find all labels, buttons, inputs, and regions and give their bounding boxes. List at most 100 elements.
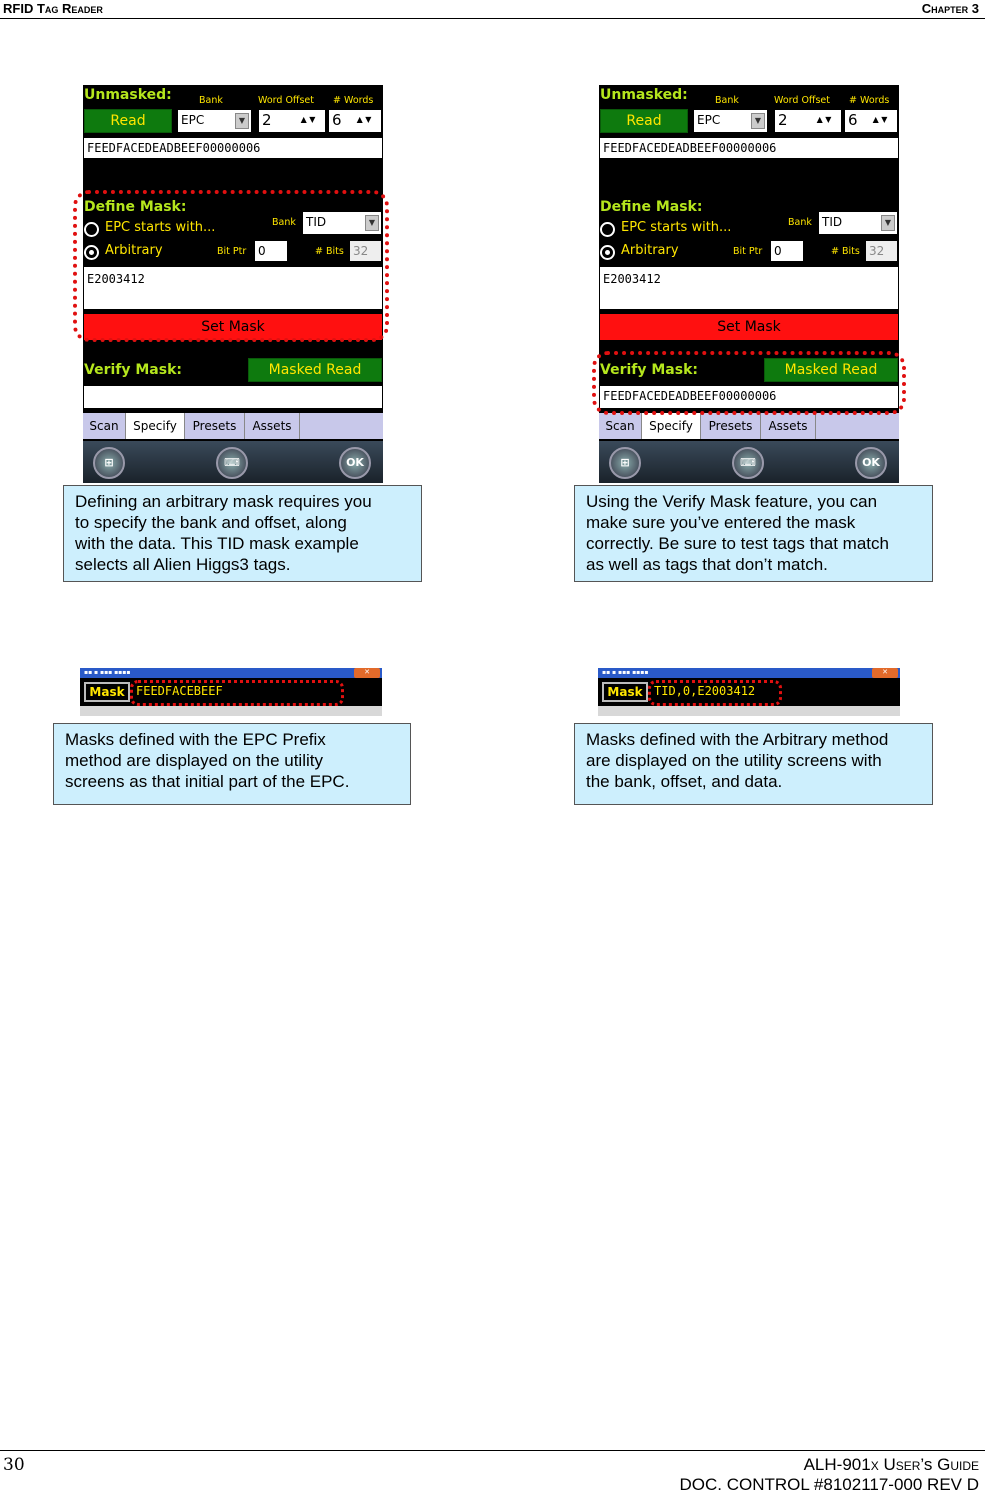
epc-starts-label: EPC starts with...	[621, 220, 732, 235]
chevron-down-icon: ▼	[881, 215, 895, 231]
chevron-down-icon: ▼	[235, 113, 249, 129]
words-stepper[interactable]: ▲ ▼	[863, 110, 897, 132]
bank-label: Bank	[199, 95, 223, 106]
ok-button[interactable]: OK	[855, 447, 887, 479]
words-label: # Words	[333, 95, 374, 106]
stepper-up-icon[interactable]: ▲	[301, 115, 307, 124]
caption-line: Defining an arbitrary mask requires you	[75, 492, 372, 511]
header-chapter: Chapter 3	[921, 1, 979, 16]
stepper-down-icon[interactable]: ▼	[881, 115, 887, 124]
soft-key-bar: ⊞ ⌨ OK	[83, 441, 383, 483]
set-mask-button[interactable]: Set Mask	[600, 314, 898, 340]
epc-starts-radio[interactable]	[600, 222, 615, 237]
read-button[interactable]: Read	[84, 109, 172, 133]
status-icons: ▪▪ ▪ ▪▪▪ ▪▪▪▪	[602, 669, 649, 676]
caption-line: Masks defined with the EPC Prefix	[65, 730, 326, 749]
unmasked-label: Unmasked:	[84, 87, 172, 103]
stepper-up-icon[interactable]: ▲	[357, 115, 363, 124]
caption-line: the bank, offset, and data.	[586, 772, 783, 791]
ok-button[interactable]: OK	[339, 447, 371, 479]
windows-start-icon[interactable]: ⊞	[609, 447, 641, 479]
header-title: RFID Tag Reader	[3, 1, 103, 16]
epc-field[interactable]: FEEDFACEDEADBEEF00000006	[84, 138, 382, 158]
mask-label: Mask	[84, 682, 130, 702]
tab-specify[interactable]: Specify	[642, 413, 701, 439]
page-number: 30	[3, 1455, 25, 1475]
bits-input[interactable]: 32	[866, 241, 897, 261]
caption-line: are displayed on the utility screens wit…	[586, 751, 882, 770]
status-bar	[598, 706, 900, 716]
word-offset-label: Word Offset	[258, 95, 314, 106]
tab-presets[interactable]: Presets	[701, 413, 761, 439]
offset-stepper[interactable]: ▲ ▼	[807, 110, 841, 132]
words-input[interactable]: 6	[845, 110, 863, 132]
caption-line: correctly. Be sure to test tags that mat…	[586, 534, 889, 553]
close-icon[interactable]: ✕	[872, 668, 898, 678]
offset-input[interactable]: 2	[259, 110, 291, 132]
offset-stepper[interactable]: ▲ ▼	[291, 110, 325, 132]
epc-field[interactable]: FEEDFACEDEADBEEF00000006	[600, 138, 898, 158]
stepper-down-icon[interactable]: ▼	[365, 115, 371, 124]
tab-scan[interactable]: Scan	[83, 413, 126, 439]
stepper-down-icon[interactable]: ▼	[825, 115, 831, 124]
soft-key-bar: ⊞ ⌨ OK	[599, 441, 899, 483]
word-offset-label: Word Offset	[774, 95, 830, 106]
verify-field[interactable]	[84, 386, 382, 408]
guide-title: ALH-901x User’s Guide	[803, 1455, 979, 1474]
arbitrary-radio[interactable]	[600, 245, 615, 260]
mask-data-field[interactable]: E2003412	[600, 267, 898, 309]
tab-bar: Scan Specify Presets Assets	[83, 413, 383, 439]
close-icon[interactable]: ✕	[354, 668, 380, 678]
words-input[interactable]: 6	[329, 110, 347, 132]
tab-presets[interactable]: Presets	[185, 413, 245, 439]
read-button[interactable]: Read	[600, 109, 688, 133]
windows-start-icon[interactable]: ⊞	[93, 447, 125, 479]
bank-select-value: EPC	[697, 113, 721, 127]
mask-bank-label: Bank	[788, 217, 812, 228]
highlight-arbitrary	[648, 680, 782, 706]
bank-select[interactable]: EPC ▼	[694, 110, 767, 132]
mask-bank-select[interactable]: TID ▼	[819, 212, 897, 234]
keyboard-icon[interactable]: ⌨	[732, 447, 764, 479]
define-mask-label: Define Mask:	[600, 199, 703, 215]
bit-ptr-input[interactable]: 0	[771, 241, 803, 261]
highlight-define-mask	[73, 190, 389, 342]
caption-line: make sure you’ve entered the mask	[586, 513, 856, 532]
keyboard-icon[interactable]: ⌨	[216, 447, 248, 479]
page-footer: 30 ALH-901x User’s Guide DOC. CONTROL #8…	[0, 1450, 985, 1494]
stepper-down-icon[interactable]: ▼	[309, 115, 315, 124]
bank-label: Bank	[715, 95, 739, 106]
caption-line: Masks defined with the Arbitrary method	[586, 730, 889, 749]
bank-select-value: EPC	[181, 113, 205, 127]
verify-mask-label: Verify Mask:	[84, 362, 182, 378]
doc-control: DOC. CONTROL #8102117-000 REV D	[679, 1475, 979, 1494]
highlight-verify-mask	[592, 351, 906, 415]
caption-line: method are displayed on the utility	[65, 751, 323, 770]
mask-label: Mask	[602, 682, 648, 702]
tab-scan[interactable]: Scan	[599, 413, 642, 439]
tab-assets[interactable]: Assets	[245, 413, 300, 439]
caption-line: screens as that initial part of the EPC.	[65, 772, 350, 791]
caption-line: selects all Alien Higgs3 tags.	[75, 555, 291, 574]
stepper-up-icon[interactable]: ▲	[873, 115, 879, 124]
caption-define-mask: Defining an arbitrary mask requires you …	[63, 485, 422, 582]
status-bar	[80, 706, 382, 716]
caption-line: to specify the bank and offset, along	[75, 513, 347, 532]
caption-line: with the data. This TID mask example	[75, 534, 359, 553]
offset-input[interactable]: 2	[775, 110, 807, 132]
unmasked-label: Unmasked:	[600, 87, 688, 103]
bits-label: # Bits	[831, 246, 860, 257]
tab-bar: Scan Specify Presets Assets	[599, 413, 899, 439]
words-stepper[interactable]: ▲ ▼	[347, 110, 381, 132]
mask-bank-select-value: TID	[822, 215, 843, 229]
arbitrary-label: Arbitrary	[621, 243, 679, 258]
masked-read-button[interactable]: Masked Read	[248, 358, 382, 382]
status-icons: ▪▪ ▪ ▪▪▪ ▪▪▪▪	[84, 669, 131, 676]
caption-line: Using the Verify Mask feature, you can	[586, 492, 878, 511]
bit-ptr-label: Bit Ptr	[733, 246, 763, 257]
tab-specify[interactable]: Specify	[126, 413, 185, 439]
tab-assets[interactable]: Assets	[761, 413, 816, 439]
stepper-up-icon[interactable]: ▲	[817, 115, 823, 124]
chevron-down-icon: ▼	[751, 113, 765, 129]
bank-select[interactable]: EPC ▼	[178, 110, 251, 132]
